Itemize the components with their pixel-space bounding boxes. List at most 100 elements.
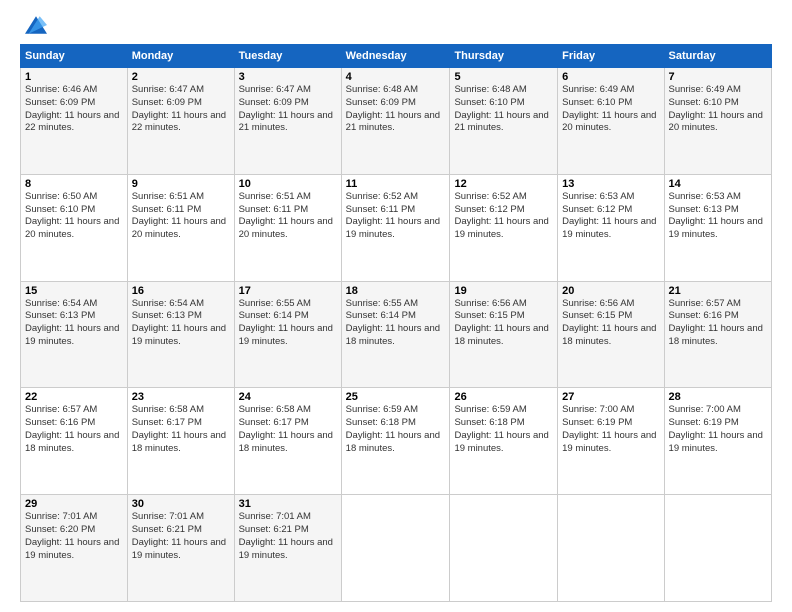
calendar-cell: 27Sunrise: 7:00 AMSunset: 6:19 PMDayligh… xyxy=(558,388,664,495)
day-number: 30 xyxy=(132,498,230,510)
day-number: 20 xyxy=(562,285,659,297)
header-saturday: Saturday xyxy=(664,45,771,68)
day-info: Sunrise: 7:01 AMSunset: 6:20 PMDaylight:… xyxy=(25,511,123,562)
day-number: 8 xyxy=(25,178,123,190)
day-info: Sunrise: 6:55 AMSunset: 6:14 PMDaylight:… xyxy=(346,298,446,349)
day-info: Sunrise: 7:00 AMSunset: 6:19 PMDaylight:… xyxy=(562,404,659,455)
day-info: Sunrise: 6:52 AMSunset: 6:11 PMDaylight:… xyxy=(346,191,446,242)
day-info: Sunrise: 6:47 AMSunset: 6:09 PMDaylight:… xyxy=(132,84,230,135)
header-thursday: Thursday xyxy=(450,45,558,68)
day-number: 10 xyxy=(239,178,337,190)
calendar-cell xyxy=(341,495,450,602)
day-info: Sunrise: 6:46 AMSunset: 6:09 PMDaylight:… xyxy=(25,84,123,135)
header-friday: Friday xyxy=(558,45,664,68)
calendar-cell: 14Sunrise: 6:53 AMSunset: 6:13 PMDayligh… xyxy=(664,174,771,281)
calendar-cell xyxy=(558,495,664,602)
day-number: 16 xyxy=(132,285,230,297)
day-info: Sunrise: 6:59 AMSunset: 6:18 PMDaylight:… xyxy=(454,404,553,455)
logo-icon xyxy=(25,16,47,34)
day-number: 2 xyxy=(132,71,230,83)
day-info: Sunrise: 6:55 AMSunset: 6:14 PMDaylight:… xyxy=(239,298,337,349)
calendar-table: Sunday Monday Tuesday Wednesday Thursday… xyxy=(20,44,772,602)
day-number: 29 xyxy=(25,498,123,510)
calendar-cell: 8Sunrise: 6:50 AMSunset: 6:10 PMDaylight… xyxy=(21,174,128,281)
calendar-cell: 30Sunrise: 7:01 AMSunset: 6:21 PMDayligh… xyxy=(127,495,234,602)
day-info: Sunrise: 6:57 AMSunset: 6:16 PMDaylight:… xyxy=(25,404,123,455)
calendar-cell: 18Sunrise: 6:55 AMSunset: 6:14 PMDayligh… xyxy=(341,281,450,388)
calendar-cell: 25Sunrise: 6:59 AMSunset: 6:18 PMDayligh… xyxy=(341,388,450,495)
day-number: 3 xyxy=(239,71,337,83)
calendar-cell: 11Sunrise: 6:52 AMSunset: 6:11 PMDayligh… xyxy=(341,174,450,281)
day-info: Sunrise: 6:53 AMSunset: 6:13 PMDaylight:… xyxy=(669,191,767,242)
calendar-cell: 13Sunrise: 6:53 AMSunset: 6:12 PMDayligh… xyxy=(558,174,664,281)
day-number: 13 xyxy=(562,178,659,190)
day-info: Sunrise: 6:58 AMSunset: 6:17 PMDaylight:… xyxy=(132,404,230,455)
day-info: Sunrise: 7:01 AMSunset: 6:21 PMDaylight:… xyxy=(132,511,230,562)
day-number: 19 xyxy=(454,285,553,297)
day-number: 5 xyxy=(454,71,553,83)
day-number: 4 xyxy=(346,71,446,83)
day-info: Sunrise: 6:51 AMSunset: 6:11 PMDaylight:… xyxy=(132,191,230,242)
day-number: 25 xyxy=(346,391,446,403)
calendar-cell: 19Sunrise: 6:56 AMSunset: 6:15 PMDayligh… xyxy=(450,281,558,388)
day-number: 23 xyxy=(132,391,230,403)
header-wednesday: Wednesday xyxy=(341,45,450,68)
calendar-cell: 4Sunrise: 6:48 AMSunset: 6:09 PMDaylight… xyxy=(341,68,450,175)
header xyxy=(20,16,772,34)
day-info: Sunrise: 6:50 AMSunset: 6:10 PMDaylight:… xyxy=(25,191,123,242)
calendar-cell: 9Sunrise: 6:51 AMSunset: 6:11 PMDaylight… xyxy=(127,174,234,281)
day-info: Sunrise: 6:56 AMSunset: 6:15 PMDaylight:… xyxy=(454,298,553,349)
day-info: Sunrise: 6:53 AMSunset: 6:12 PMDaylight:… xyxy=(562,191,659,242)
calendar-cell: 12Sunrise: 6:52 AMSunset: 6:12 PMDayligh… xyxy=(450,174,558,281)
calendar-cell: 28Sunrise: 7:00 AMSunset: 6:19 PMDayligh… xyxy=(664,388,771,495)
calendar-cell: 31Sunrise: 7:01 AMSunset: 6:21 PMDayligh… xyxy=(234,495,341,602)
day-number: 1 xyxy=(25,71,123,83)
calendar-cell: 29Sunrise: 7:01 AMSunset: 6:20 PMDayligh… xyxy=(21,495,128,602)
calendar-header-row: Sunday Monday Tuesday Wednesday Thursday… xyxy=(21,45,772,68)
calendar-week-row: 8Sunrise: 6:50 AMSunset: 6:10 PMDaylight… xyxy=(21,174,772,281)
calendar-cell: 21Sunrise: 6:57 AMSunset: 6:16 PMDayligh… xyxy=(664,281,771,388)
calendar-week-row: 15Sunrise: 6:54 AMSunset: 6:13 PMDayligh… xyxy=(21,281,772,388)
day-number: 12 xyxy=(454,178,553,190)
day-info: Sunrise: 7:01 AMSunset: 6:21 PMDaylight:… xyxy=(239,511,337,562)
day-number: 9 xyxy=(132,178,230,190)
calendar-cell xyxy=(450,495,558,602)
day-number: 26 xyxy=(454,391,553,403)
day-info: Sunrise: 6:59 AMSunset: 6:18 PMDaylight:… xyxy=(346,404,446,455)
day-number: 6 xyxy=(562,71,659,83)
calendar-cell: 15Sunrise: 6:54 AMSunset: 6:13 PMDayligh… xyxy=(21,281,128,388)
day-info: Sunrise: 6:54 AMSunset: 6:13 PMDaylight:… xyxy=(25,298,123,349)
day-number: 24 xyxy=(239,391,337,403)
day-info: Sunrise: 6:57 AMSunset: 6:16 PMDaylight:… xyxy=(669,298,767,349)
day-number: 21 xyxy=(669,285,767,297)
day-info: Sunrise: 6:48 AMSunset: 6:09 PMDaylight:… xyxy=(346,84,446,135)
calendar-cell: 23Sunrise: 6:58 AMSunset: 6:17 PMDayligh… xyxy=(127,388,234,495)
day-number: 18 xyxy=(346,285,446,297)
calendar-cell: 5Sunrise: 6:48 AMSunset: 6:10 PMDaylight… xyxy=(450,68,558,175)
calendar-cell: 22Sunrise: 6:57 AMSunset: 6:16 PMDayligh… xyxy=(21,388,128,495)
calendar-cell: 20Sunrise: 6:56 AMSunset: 6:15 PMDayligh… xyxy=(558,281,664,388)
calendar-cell: 16Sunrise: 6:54 AMSunset: 6:13 PMDayligh… xyxy=(127,281,234,388)
calendar-week-row: 1Sunrise: 6:46 AMSunset: 6:09 PMDaylight… xyxy=(21,68,772,175)
day-info: Sunrise: 6:58 AMSunset: 6:17 PMDaylight:… xyxy=(239,404,337,455)
calendar-week-row: 29Sunrise: 7:01 AMSunset: 6:20 PMDayligh… xyxy=(21,495,772,602)
day-info: Sunrise: 7:00 AMSunset: 6:19 PMDaylight:… xyxy=(669,404,767,455)
calendar-cell: 1Sunrise: 6:46 AMSunset: 6:09 PMDaylight… xyxy=(21,68,128,175)
calendar-cell: 10Sunrise: 6:51 AMSunset: 6:11 PMDayligh… xyxy=(234,174,341,281)
header-sunday: Sunday xyxy=(21,45,128,68)
header-monday: Monday xyxy=(127,45,234,68)
day-info: Sunrise: 6:54 AMSunset: 6:13 PMDaylight:… xyxy=(132,298,230,349)
day-info: Sunrise: 6:47 AMSunset: 6:09 PMDaylight:… xyxy=(239,84,337,135)
calendar-cell: 17Sunrise: 6:55 AMSunset: 6:14 PMDayligh… xyxy=(234,281,341,388)
day-number: 7 xyxy=(669,71,767,83)
day-number: 31 xyxy=(239,498,337,510)
day-number: 14 xyxy=(669,178,767,190)
calendar-cell: 3Sunrise: 6:47 AMSunset: 6:09 PMDaylight… xyxy=(234,68,341,175)
day-number: 28 xyxy=(669,391,767,403)
header-tuesday: Tuesday xyxy=(234,45,341,68)
day-info: Sunrise: 6:48 AMSunset: 6:10 PMDaylight:… xyxy=(454,84,553,135)
page: Sunday Monday Tuesday Wednesday Thursday… xyxy=(0,0,792,612)
calendar-cell: 24Sunrise: 6:58 AMSunset: 6:17 PMDayligh… xyxy=(234,388,341,495)
calendar-cell: 26Sunrise: 6:59 AMSunset: 6:18 PMDayligh… xyxy=(450,388,558,495)
day-info: Sunrise: 6:49 AMSunset: 6:10 PMDaylight:… xyxy=(669,84,767,135)
